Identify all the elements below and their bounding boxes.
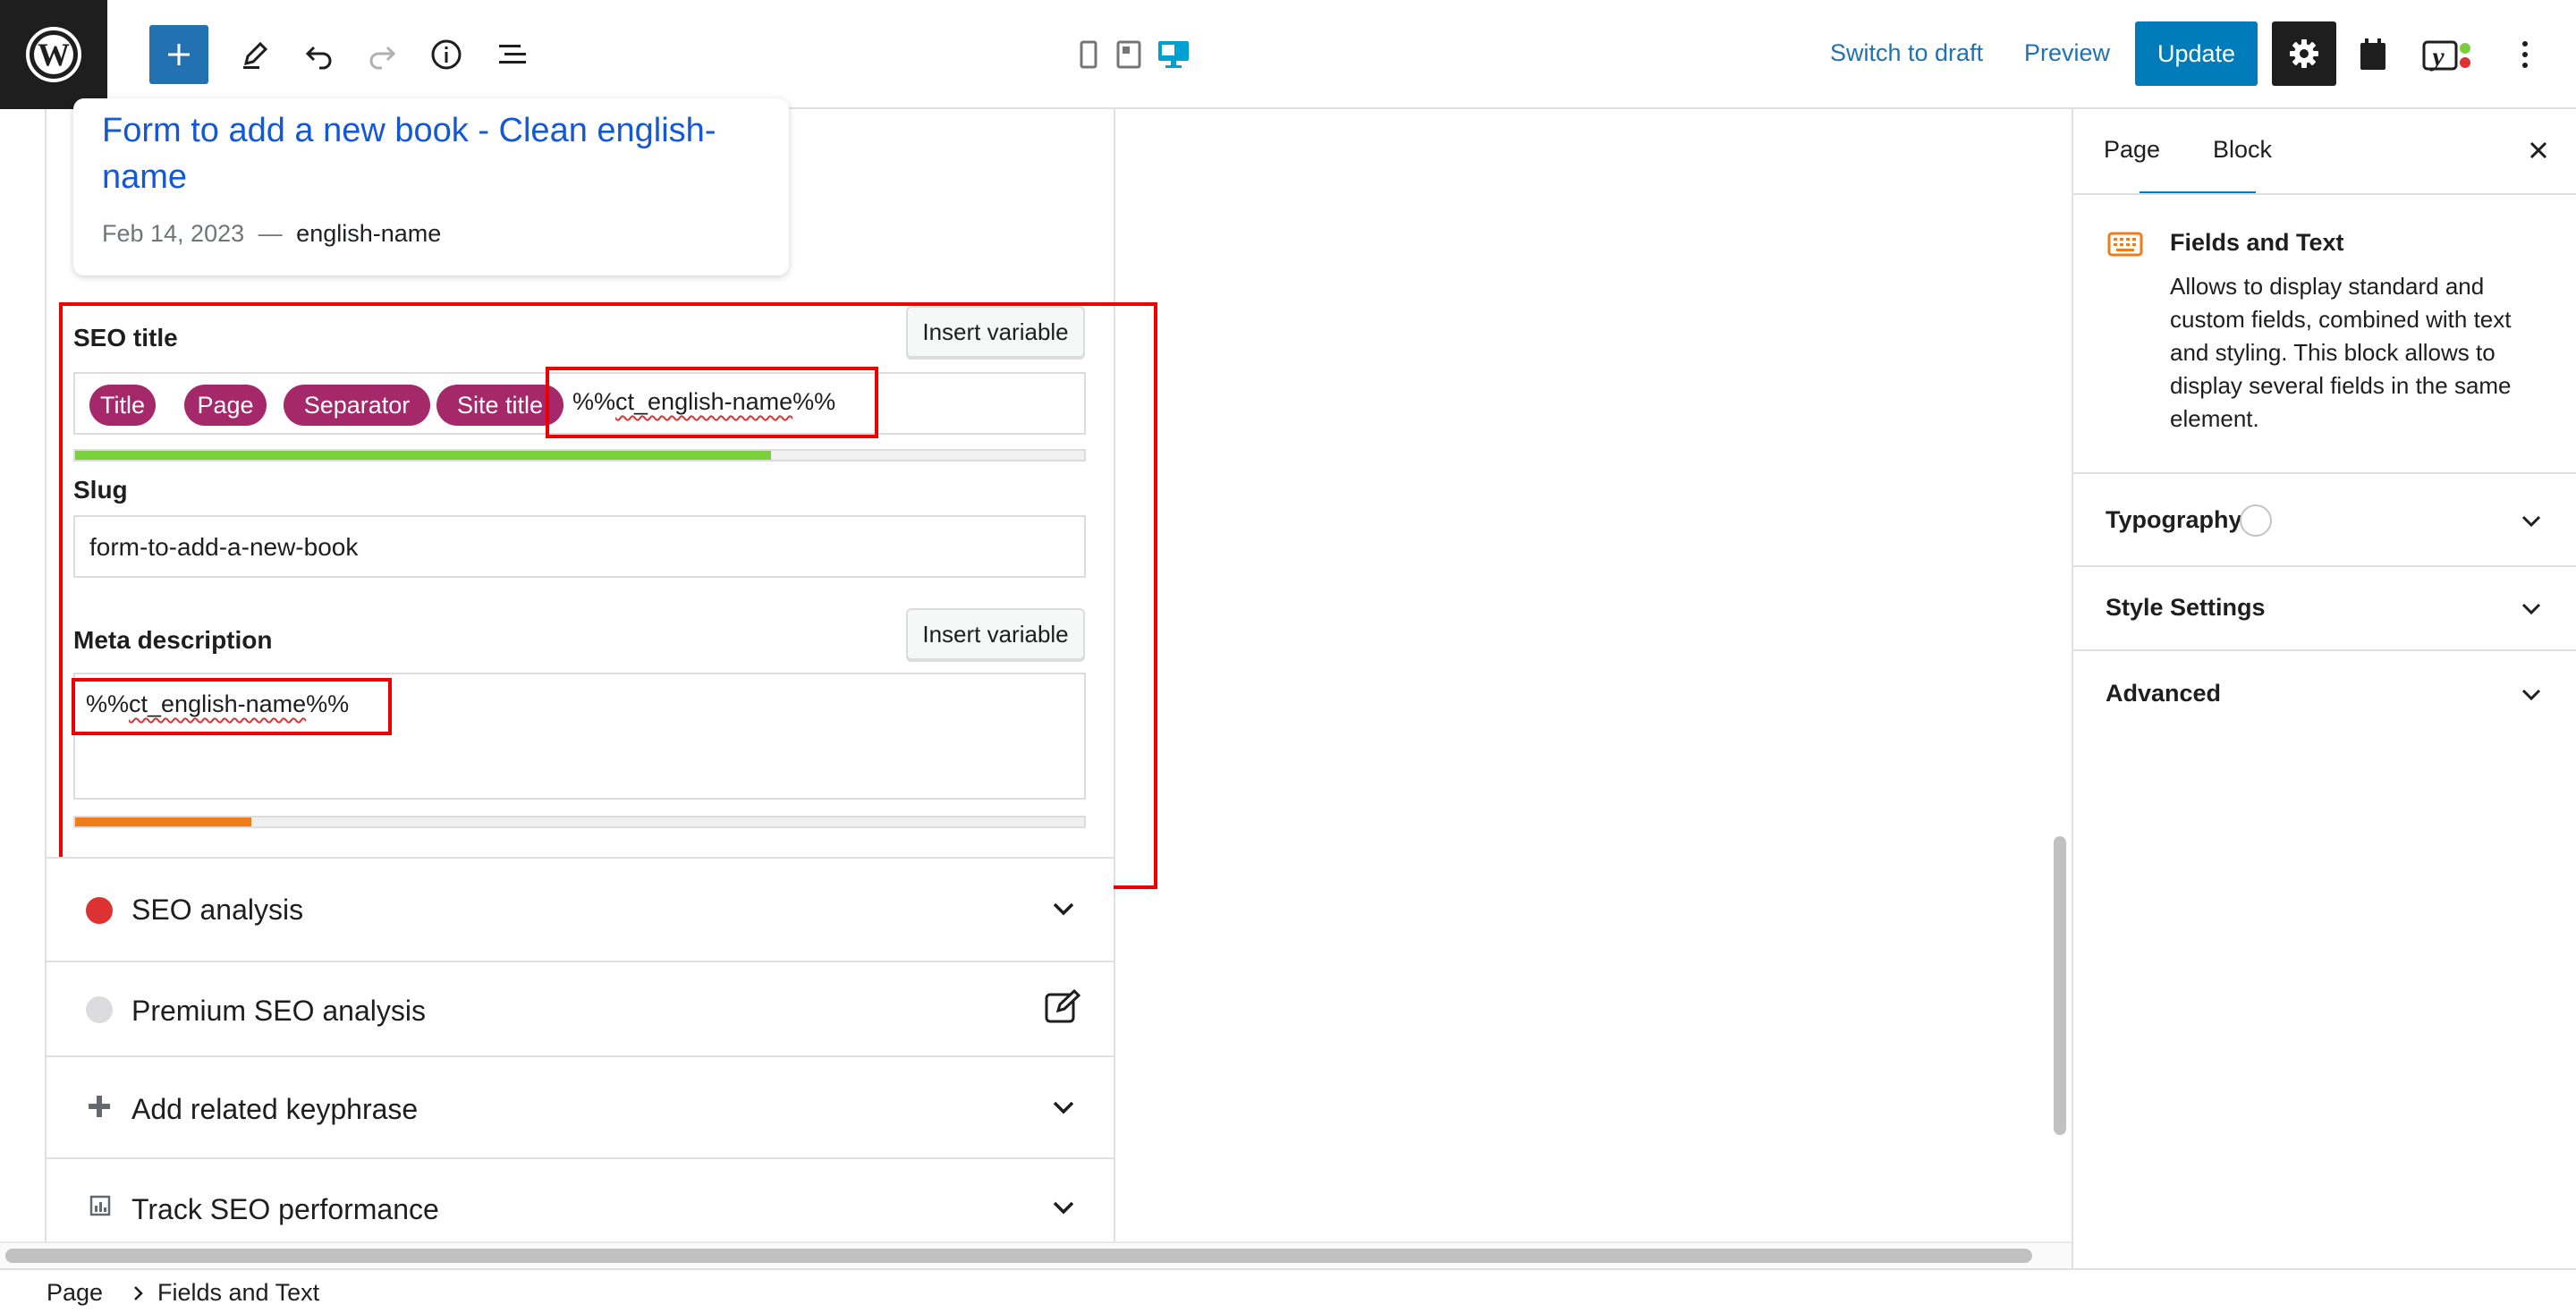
snippet-meta: Feb 14, 2023 — english-name — [102, 220, 441, 248]
variable-chip-separator[interactable]: Separator — [284, 385, 430, 426]
wordpress-logo-icon: W — [26, 27, 81, 82]
variable-chip-title[interactable]: Title — [89, 385, 156, 426]
block-description: Allows to display standard and custom fi… — [2170, 273, 2512, 432]
desktop-icon — [1158, 41, 1189, 68]
snippet-date: Feb 14, 2023 — [102, 220, 245, 247]
calendar-icon — [2360, 38, 2385, 70]
preview-desktop-button[interactable] — [1154, 23, 1193, 86]
seo-title-length-fill — [75, 451, 772, 460]
snippet-slug: english-name — [296, 220, 442, 247]
snippet-preview-card: Form to add a new book - Clean english-n… — [73, 98, 789, 275]
redo-icon — [369, 46, 396, 70]
preview-tablet-button[interactable] — [1113, 23, 1145, 86]
options-menu-button[interactable] — [2512, 23, 2538, 86]
preview-button[interactable]: Preview — [2024, 39, 2110, 67]
block-name: Fields and Text — [2170, 229, 2344, 256]
close-icon[interactable] — [2526, 138, 2551, 163]
chart-icon — [89, 1195, 111, 1216]
chevron-down-icon — [1053, 902, 1074, 916]
switch-to-draft-button[interactable]: Switch to draft — [1830, 39, 1983, 67]
details-button[interactable] — [426, 23, 467, 86]
meta-description-length-bar — [73, 816, 1086, 828]
typography-status-circle — [2240, 504, 2272, 537]
plus-icon — [168, 44, 190, 65]
more-vertical-icon — [2522, 41, 2528, 68]
calendar-plugin-button[interactable] — [2352, 23, 2394, 86]
meta-description-variable-highlight — [72, 678, 392, 735]
style-settings-label: Style Settings — [2106, 594, 2266, 621]
add-related-keyphrase-section[interactable]: Add related keyphrase — [47, 1055, 1114, 1157]
info-icon — [431, 39, 462, 70]
tools-button[interactable] — [234, 23, 275, 86]
seo-title-variable-highlight — [546, 367, 878, 438]
tablet-icon — [1116, 40, 1141, 69]
advanced-panel-toggle[interactable]: Advanced — [2073, 651, 2576, 733]
typography-label: Typography — [2106, 506, 2242, 533]
settings-button[interactable] — [2272, 21, 2336, 86]
plus-icon — [89, 1096, 110, 1117]
track-seo-performance-label: Track SEO performance — [131, 1193, 439, 1225]
tab-page[interactable]: Page — [2104, 136, 2160, 164]
vertical-scrollbar[interactable] — [2054, 836, 2066, 1135]
chevron-down-icon — [2521, 603, 2541, 615]
breadcrumb-root[interactable]: Page — [47, 1279, 103, 1307]
chevron-down-icon — [1053, 1201, 1074, 1215]
typography-panel-toggle[interactable]: Typography — [2073, 474, 2576, 565]
update-button[interactable]: Update — [2135, 21, 2258, 86]
tabs-divider — [2073, 193, 2576, 195]
snippet-separator: — — [258, 220, 283, 247]
mobile-icon — [1080, 40, 1097, 69]
red-dot-icon — [86, 897, 113, 924]
advanced-label: Advanced — [2106, 680, 2222, 707]
meta-description-label: Meta description — [73, 626, 273, 654]
chevron-down-icon — [1053, 1101, 1074, 1114]
svg-text:y: y — [2429, 42, 2445, 72]
meta-description-insert-variable-button[interactable]: Insert variable — [906, 608, 1085, 660]
add-related-keyphrase-label: Add related keyphrase — [131, 1093, 419, 1125]
list-view-icon — [499, 45, 526, 64]
variable-chip-site-title[interactable]: Site title — [436, 385, 564, 426]
chevron-down-icon — [2521, 515, 2541, 528]
add-block-button[interactable] — [149, 25, 208, 84]
premium-seo-analysis-section[interactable]: Premium SEO analysis — [47, 961, 1114, 1055]
preview-mobile-button[interactable] — [1073, 23, 1104, 86]
chevron-down-icon — [2521, 689, 2541, 701]
yoast-seo-button[interactable]: y — [2420, 23, 2474, 86]
seo-title-insert-variable-button[interactable]: Insert variable — [906, 306, 1085, 358]
redo-button[interactable] — [361, 23, 402, 86]
breadcrumb-current: Fields and Text — [157, 1279, 320, 1306]
undo-button[interactable] — [299, 23, 340, 86]
track-seo-performance-section[interactable]: Track SEO performance — [47, 1157, 1114, 1241]
meta-description-length-fill — [75, 817, 252, 826]
svg-text:W: W — [38, 37, 70, 72]
seo-analysis-label: SEO analysis — [131, 894, 304, 926]
slug-input[interactable]: form-to-add-a-new-book — [73, 515, 1086, 578]
style-settings-panel-toggle[interactable]: Style Settings — [2073, 567, 2576, 649]
edit-icon — [1045, 989, 1081, 1023]
chevron-right-icon — [134, 1286, 143, 1300]
seo-title-length-bar — [73, 449, 1086, 462]
undo-icon — [305, 46, 332, 70]
seo-analysis-section[interactable]: SEO analysis — [47, 857, 1114, 961]
pencil-icon — [243, 41, 268, 69]
slug-label: Slug — [73, 476, 128, 504]
gray-dot-icon — [86, 996, 113, 1023]
tab-block[interactable]: Block — [2213, 136, 2272, 164]
yoast-icon: y — [2422, 40, 2470, 72]
premium-seo-analysis-label: Premium SEO analysis — [131, 995, 426, 1027]
horizontal-scrollbar[interactable] — [5, 1249, 2032, 1263]
editor-toolbar: W Switch to draft Preview Update y — [0, 0, 2576, 109]
keyboard-icon — [2107, 232, 2143, 257]
variable-chip-page[interactable]: Page — [184, 385, 267, 426]
wordpress-logo-button[interactable]: W — [0, 0, 107, 109]
list-view-button[interactable] — [492, 23, 533, 86]
block-breadcrumb: Page Fields and Text — [0, 1268, 2576, 1313]
gear-icon — [2290, 39, 2318, 68]
seo-title-label: SEO title — [73, 324, 178, 352]
slug-value: form-to-add-a-new-book — [89, 533, 359, 561]
snippet-title[interactable]: Form to add a new book - Clean english-n… — [102, 107, 764, 200]
settings-sidebar: Page Block Fields and Text Allows to dis… — [2072, 109, 2576, 1268]
